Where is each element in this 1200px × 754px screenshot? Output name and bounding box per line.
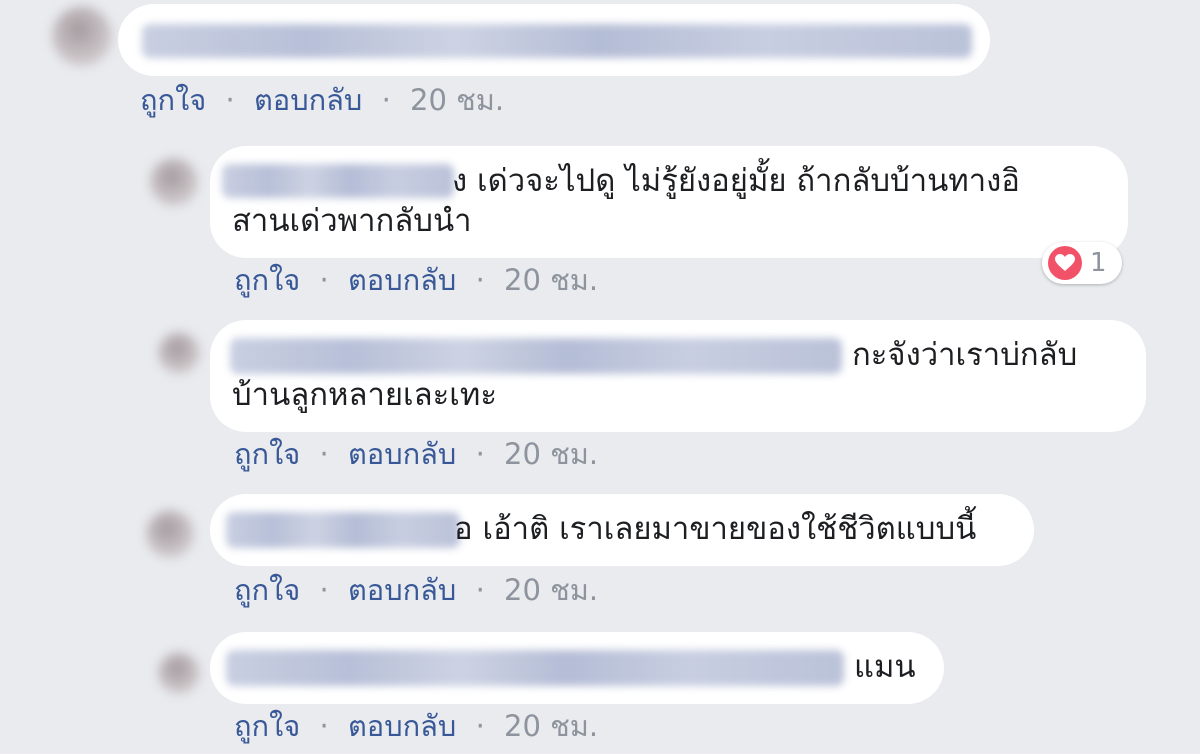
- redacted-comment-text: [142, 24, 972, 58]
- avatar[interactable]: [158, 332, 200, 374]
- separator: ·: [225, 83, 235, 117]
- separator: ·: [475, 573, 485, 607]
- reply-link[interactable]: ตอบกลับ: [348, 262, 456, 298]
- comment-bubble: ง เด่วจะไปดู ไม่รู้ยังอยู่มั้ย ถ้ากลับบ้…: [210, 146, 1128, 258]
- like-link[interactable]: ถูกใจ: [140, 82, 206, 118]
- comment-actions: ถูกใจ · ตอบกลับ · 20 ชม.: [234, 436, 598, 472]
- separator: ·: [319, 263, 329, 297]
- comment-bubble: อ เอ้าติ เราเลยมาขายของใช้ชีวิตแบบนี้: [210, 494, 1034, 566]
- heart-icon: [1048, 246, 1082, 280]
- comment-text: กะจังว่าเราบ่กลับ: [852, 337, 1078, 373]
- comment-bubble: กะจังว่าเราบ่กลับ บ้านลูกหลายเละเทะ: [210, 320, 1146, 432]
- separator: ·: [475, 437, 485, 471]
- reaction-count[interactable]: 1: [1042, 242, 1122, 284]
- avatar[interactable]: [52, 6, 112, 66]
- timestamp[interactable]: 20 ชม.: [504, 262, 598, 298]
- reply-link[interactable]: ตอบกลับ: [348, 436, 456, 472]
- separator: ·: [381, 83, 391, 117]
- comment-actions: ถูกใจ · ตอบกลับ · 20 ชม.: [234, 708, 598, 744]
- redacted-author-name[interactable]: [226, 650, 844, 686]
- separator: ·: [319, 573, 329, 607]
- reply-link[interactable]: ตอบกลับ: [348, 708, 456, 744]
- comment-actions: ถูกใจ · ตอบกลับ · 20 ชม.: [234, 262, 598, 298]
- like-link[interactable]: ถูกใจ: [234, 708, 300, 744]
- separator: ·: [319, 709, 329, 743]
- timestamp[interactable]: 20 ชม.: [504, 572, 598, 608]
- reaction-count-number: 1: [1090, 248, 1107, 278]
- redacted-author-name[interactable]: [230, 338, 842, 374]
- comment-text: บ้านลูกหลายเละเทะ: [232, 377, 497, 413]
- like-link[interactable]: ถูกใจ: [234, 572, 300, 608]
- comment-actions: ถูกใจ · ตอบกลับ · 20 ชม.: [234, 572, 598, 608]
- timestamp[interactable]: 20 ชม.: [410, 82, 504, 118]
- separator: ·: [475, 709, 485, 743]
- reply-link[interactable]: ตอบกลับ: [254, 82, 362, 118]
- comment-bubble: แมน: [210, 632, 944, 704]
- timestamp[interactable]: 20 ชม.: [504, 436, 598, 472]
- avatar[interactable]: [150, 158, 198, 206]
- comment-text: ง เด่วจะไปดู ไม่รู้ยังอยู่มั้ย ถ้ากลับบ้…: [452, 163, 1020, 199]
- avatar[interactable]: [146, 510, 194, 558]
- redacted-author-name[interactable]: [222, 164, 454, 198]
- reply-link[interactable]: ตอบกลับ: [348, 572, 456, 608]
- comment-text: อ เอ้าติ เราเลยมาขายของใช้ชีวิตแบบนี้: [454, 511, 977, 547]
- comment-text: สานเด่วพากลับนำ: [232, 203, 472, 239]
- separator: ·: [319, 437, 329, 471]
- like-link[interactable]: ถูกใจ: [234, 436, 300, 472]
- like-link[interactable]: ถูกใจ: [234, 262, 300, 298]
- comment-actions: ถูกใจ · ตอบกลับ · 20 ชม.: [140, 82, 504, 118]
- separator: ·: [475, 263, 485, 297]
- avatar[interactable]: [158, 652, 200, 694]
- comment-bubble: [118, 4, 990, 76]
- timestamp[interactable]: 20 ชม.: [504, 708, 598, 744]
- comment-text: แมน: [854, 649, 916, 685]
- redacted-author-name[interactable]: [226, 512, 460, 548]
